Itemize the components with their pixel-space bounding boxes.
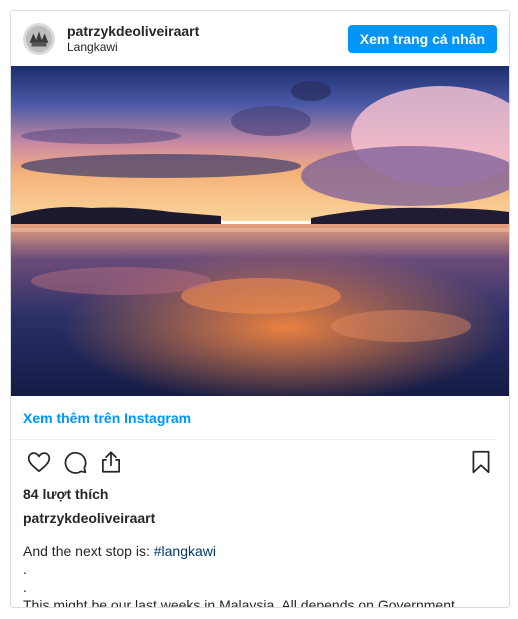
bookmark-icon [472,450,490,474]
avatar[interactable] [23,22,55,55]
heart-icon [27,452,51,473]
caption-line-3: . [23,579,27,595]
view-profile-button[interactable]: Xem trang cá nhân [347,24,497,53]
post-photo[interactable] [11,66,509,396]
caption-line-1: And the next stop is: #langkawi [23,542,497,560]
instagram-embed: patrzykdeoliveiraart Langkawi Xem trang … [10,10,510,608]
hashtag-link[interactable]: #langkawi [154,543,216,559]
username-link[interactable]: patrzykdeoliveiraart [67,23,348,39]
caption-line-4: This might be our last weeks in Malaysia… [23,597,455,608]
caption-username[interactable]: patrzykdeoliveiraart [11,504,509,528]
share-button[interactable] [93,444,129,480]
user-info: patrzykdeoliveiraart Langkawi [67,23,348,55]
location-link[interactable]: Langkawi [67,39,348,55]
like-button[interactable] [21,444,57,480]
avatar-image [24,23,54,54]
action-bar [11,442,509,482]
save-button[interactable] [463,444,499,480]
post-header: patrzykdeoliveiraart Langkawi Xem trang … [11,11,509,66]
caption-lead: And the next stop is: [23,543,154,559]
share-icon [102,451,120,473]
likes-count[interactable]: 84 lượt thích [11,482,509,504]
comment-button[interactable] [57,444,93,480]
view-more-on-instagram-link[interactable]: Xem thêm trên Instagram [11,396,497,440]
comment-icon [64,451,87,474]
caption-line-2: . [23,561,27,577]
post-caption: And the next stop is: #langkawi . . This… [11,528,509,608]
